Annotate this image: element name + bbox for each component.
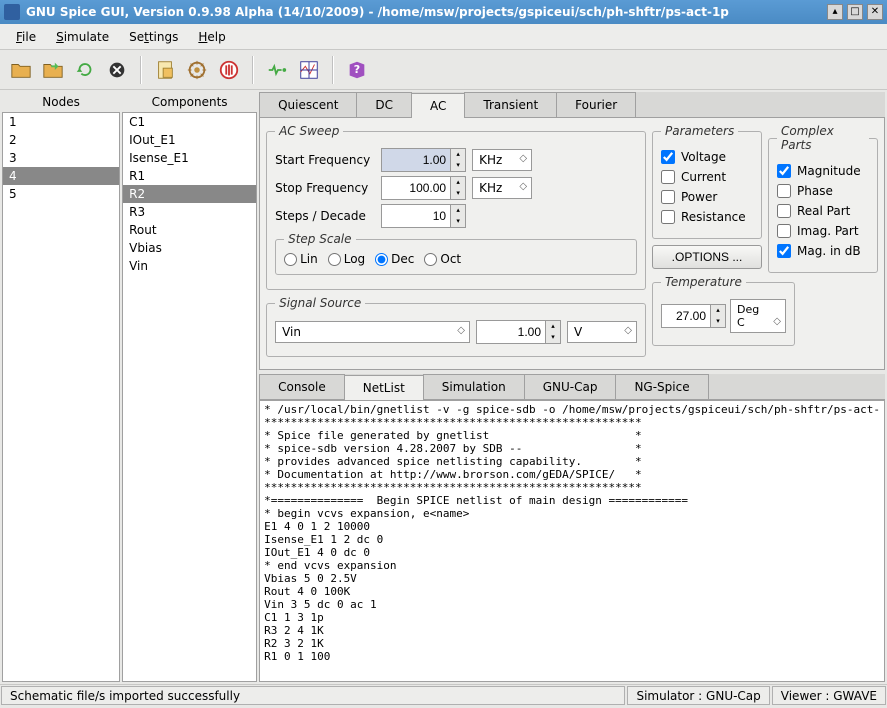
signal-unit-combo[interactable]: V (567, 321, 637, 343)
list-item[interactable]: 4 (3, 167, 119, 185)
start-freq-input[interactable] (381, 148, 451, 172)
maximize-button[interactable]: □ (847, 4, 863, 20)
scale-log[interactable]: Log (328, 252, 365, 266)
signal-source-group: Signal Source Vin ▴▾ V (266, 296, 646, 357)
list-item[interactable]: 5 (3, 185, 119, 203)
tab-dc[interactable]: DC (356, 92, 412, 117)
list-item[interactable]: 3 (3, 149, 119, 167)
scale-lin[interactable]: Lin (284, 252, 318, 266)
tab-quiescent[interactable]: Quiescent (259, 92, 357, 117)
tab-gnu-cap[interactable]: GNU-Cap (524, 374, 617, 399)
tab-simulation[interactable]: Simulation (423, 374, 525, 399)
temp-unit-combo[interactable]: Deg C (730, 299, 786, 333)
menu-simulate[interactable]: Simulate (46, 27, 119, 47)
steps-input[interactable] (381, 204, 451, 228)
complex-magnitude[interactable]: Magnitude (777, 164, 869, 178)
list-item[interactable]: Vbias (123, 239, 256, 257)
close-button[interactable]: ✕ (867, 4, 883, 20)
signal-value-input[interactable] (476, 320, 546, 344)
app-icon (4, 4, 20, 20)
list-item[interactable]: 2 (3, 131, 119, 149)
parameters-group: Parameters Voltage Current Power Resista… (652, 124, 762, 239)
nodes-label: Nodes (2, 92, 120, 112)
statusbar: Schematic file/s imported successfully S… (0, 684, 887, 706)
stop-freq-unit[interactable]: KHz (472, 177, 532, 199)
tab-console[interactable]: Console (259, 374, 345, 399)
run-icon[interactable] (182, 55, 212, 85)
start-freq-label: Start Frequency (275, 153, 375, 167)
list-item[interactable]: 1 (3, 113, 119, 131)
start-freq-unit[interactable]: KHz (472, 149, 532, 171)
list-item[interactable]: Rout (123, 221, 256, 239)
stop-icon[interactable] (214, 55, 244, 85)
complex-real-part[interactable]: Real Part (777, 204, 869, 218)
titlebar: GNU Spice GUI, Version 0.9.98 Alpha (14/… (0, 0, 887, 24)
netlist-output[interactable]: * /usr/local/bin/gnetlist -v -g spice-sd… (259, 400, 885, 682)
options-button[interactable]: .OPTIONS ... (652, 245, 762, 269)
stop-freq-label: Stop Frequency (275, 181, 375, 195)
step-scale-group: Step Scale Lin Log Dec Oct (275, 232, 637, 275)
simulation-tabs: QuiescentDCACTransientFourier (259, 92, 885, 118)
steps-label: Steps / Decade (275, 209, 375, 223)
complex-imag--part[interactable]: Imag. Part (777, 224, 869, 238)
status-viewer: Viewer : GWAVE (772, 686, 886, 705)
menu-help[interactable]: Help (188, 27, 235, 47)
stop-freq-input[interactable] (381, 176, 451, 200)
list-item[interactable]: R3 (123, 203, 256, 221)
list-item[interactable]: Vin (123, 257, 256, 275)
temp-input[interactable] (661, 304, 711, 328)
tab-ac[interactable]: AC (411, 93, 465, 118)
tab-ng-spice[interactable]: NG-Spice (615, 374, 708, 399)
nodes-list[interactable]: 12345 (2, 112, 120, 682)
output-tabs: ConsoleNetListSimulationGNU-CapNG-Spice (259, 374, 885, 400)
status-message: Schematic file/s imported successfully (1, 686, 625, 705)
complex-parts-group: Complex Parts Magnitude Phase Real Part … (768, 124, 878, 273)
tab-netlist[interactable]: NetList (344, 375, 424, 400)
menubar: File Simulate Settings Help (0, 24, 887, 50)
complex-mag--in-db[interactable]: Mag. in dB (777, 244, 869, 258)
help-icon[interactable]: ? (342, 55, 372, 85)
list-item[interactable]: C1 (123, 113, 256, 131)
tab-transient[interactable]: Transient (464, 92, 557, 117)
ac-panel: AC Sweep Start Frequency ▴▾ KHz Stop Fre… (259, 118, 885, 370)
menu-file[interactable]: File (6, 27, 46, 47)
components-label: Components (122, 92, 257, 112)
minimize-button[interactable]: ▴ (827, 4, 843, 20)
scale-dec[interactable]: Dec (375, 252, 414, 266)
open-icon[interactable] (6, 55, 36, 85)
close-file-icon[interactable] (102, 55, 132, 85)
list-item[interactable]: Isense_E1 (123, 149, 256, 167)
svg-text:?: ? (354, 62, 360, 75)
components-list[interactable]: C1IOut_E1Isense_E1R1R2R3RoutVbiasVin (122, 112, 257, 682)
tab-fourier[interactable]: Fourier (556, 92, 636, 117)
schematic-icon[interactable] (262, 55, 292, 85)
status-simulator: Simulator : GNU-Cap (627, 686, 769, 705)
param-power[interactable]: Power (661, 190, 753, 204)
param-resistance[interactable]: Resistance (661, 210, 753, 224)
ac-sweep-group: AC Sweep Start Frequency ▴▾ KHz Stop Fre… (266, 124, 646, 290)
list-item[interactable]: R1 (123, 167, 256, 185)
complex-phase[interactable]: Phase (777, 184, 869, 198)
netlist-icon[interactable] (150, 55, 180, 85)
menu-settings[interactable]: Settings (119, 27, 188, 47)
reload-icon[interactable] (70, 55, 100, 85)
toolbar: ? (0, 50, 887, 90)
param-voltage[interactable]: Voltage (661, 150, 753, 164)
param-current[interactable]: Current (661, 170, 753, 184)
list-item[interactable]: IOut_E1 (123, 131, 256, 149)
list-item[interactable]: R2 (123, 185, 256, 203)
signal-source-combo[interactable]: Vin (275, 321, 470, 343)
viewer-icon[interactable] (294, 55, 324, 85)
window-title: GNU Spice GUI, Version 0.9.98 Alpha (14/… (26, 5, 823, 19)
scale-oct[interactable]: Oct (424, 252, 461, 266)
import-icon[interactable] (38, 55, 68, 85)
